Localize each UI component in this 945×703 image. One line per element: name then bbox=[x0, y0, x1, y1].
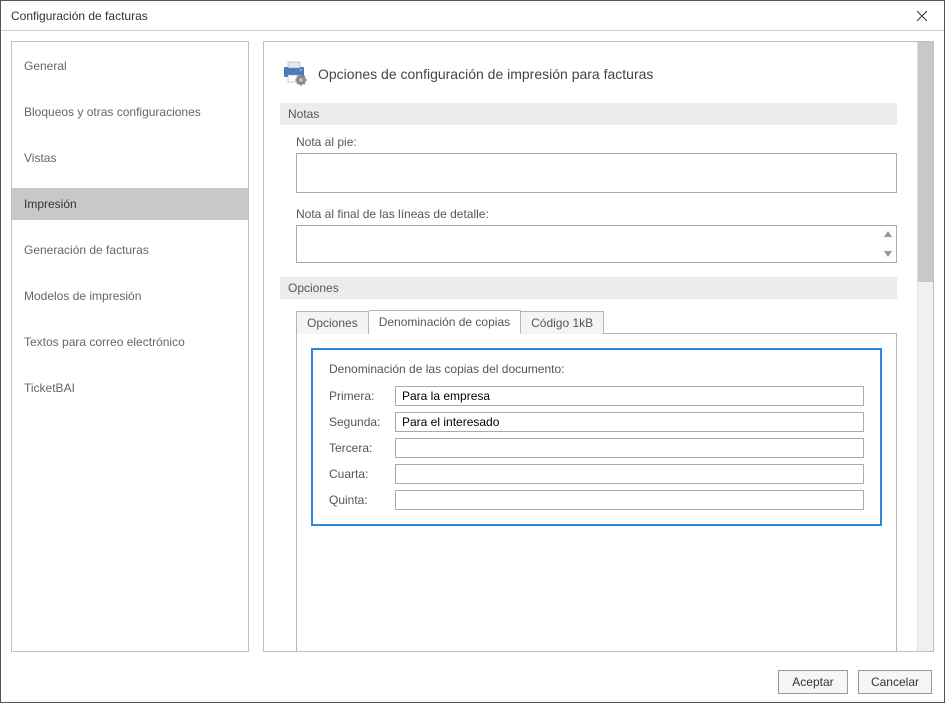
content-title: Opciones de configuración de impresión p… bbox=[318, 66, 653, 82]
content-panel: Opciones de configuración de impresión p… bbox=[263, 41, 934, 652]
titlebar: Configuración de facturas bbox=[1, 1, 944, 31]
tab-pane-denominacion: Denominación de las copias del documento… bbox=[296, 334, 897, 651]
copy-row-quinta: Quinta: bbox=[329, 490, 864, 510]
sidebar-item-vistas[interactable]: Vistas bbox=[12, 142, 248, 174]
sidebar-item-ticketbai[interactable]: TicketBAI bbox=[12, 372, 248, 404]
copy-row-tercera: Tercera: bbox=[329, 438, 864, 458]
scroll-down-icon[interactable] bbox=[880, 246, 896, 262]
copy-input-tercera[interactable] bbox=[395, 438, 864, 458]
close-button[interactable] bbox=[900, 1, 944, 31]
dialog-footer: Aceptar Cancelar bbox=[1, 662, 944, 702]
window-title: Configuración de facturas bbox=[11, 9, 900, 23]
nota-detalle-input[interactable] bbox=[296, 225, 897, 263]
copy-label-segunda: Segunda: bbox=[329, 415, 387, 429]
nota-pie-input[interactable] bbox=[296, 153, 897, 193]
copy-input-cuarta[interactable] bbox=[395, 464, 864, 484]
printer-settings-icon bbox=[280, 58, 308, 89]
copy-row-segunda: Segunda: bbox=[329, 412, 864, 432]
close-icon bbox=[917, 11, 927, 21]
textarea-scrollbar[interactable] bbox=[880, 226, 896, 262]
scroll-thumb[interactable] bbox=[918, 42, 933, 282]
content-header: Opciones de configuración de impresión p… bbox=[280, 58, 897, 89]
section-opciones-header: Opciones bbox=[280, 277, 897, 299]
tab-denominacion[interactable]: Denominación de copias bbox=[369, 310, 521, 334]
sidebar-item-bloqueos[interactable]: Bloqueos y otras configuraciones bbox=[12, 96, 248, 128]
sidebar-item-general[interactable]: General bbox=[12, 50, 248, 82]
accept-button[interactable]: Aceptar bbox=[778, 670, 848, 694]
dialog-window: Configuración de facturas General Bloque… bbox=[0, 0, 945, 703]
content-scrollbar[interactable] bbox=[917, 42, 933, 651]
copy-label-primera: Primera: bbox=[329, 389, 387, 403]
copy-input-segunda[interactable] bbox=[395, 412, 864, 432]
sidebar-item-impresion[interactable]: Impresión bbox=[12, 188, 248, 220]
copy-label-tercera: Tercera: bbox=[329, 441, 387, 455]
tabs: Opciones Denominación de copias Código 1… bbox=[296, 309, 897, 334]
copy-label-cuarta: Cuarta: bbox=[329, 467, 387, 481]
sidebar-item-generacion[interactable]: Generación de facturas bbox=[12, 234, 248, 266]
section-notas-header: Notas bbox=[280, 103, 897, 125]
nota-pie-label: Nota al pie: bbox=[296, 135, 897, 149]
copies-group: Denominación de las copias del documento… bbox=[311, 348, 882, 526]
tab-opciones[interactable]: Opciones bbox=[296, 311, 369, 334]
dialog-body: General Bloqueos y otras configuraciones… bbox=[1, 31, 944, 662]
content-inner: Opciones de configuración de impresión p… bbox=[264, 42, 917, 651]
scroll-up-icon[interactable] bbox=[880, 226, 896, 242]
sidebar: General Bloqueos y otras configuraciones… bbox=[11, 41, 249, 652]
copy-row-cuarta: Cuarta: bbox=[329, 464, 864, 484]
copy-input-quinta[interactable] bbox=[395, 490, 864, 510]
sidebar-item-modelos[interactable]: Modelos de impresión bbox=[12, 280, 248, 312]
nota-detalle-label: Nota al final de las líneas de detalle: bbox=[296, 207, 897, 221]
tab-codigo1kb[interactable]: Código 1kB bbox=[521, 311, 604, 334]
cancel-button[interactable]: Cancelar bbox=[858, 670, 932, 694]
sidebar-item-textos[interactable]: Textos para correo electrónico bbox=[12, 326, 248, 358]
copies-group-title: Denominación de las copias del documento… bbox=[329, 362, 864, 376]
copy-input-primera[interactable] bbox=[395, 386, 864, 406]
copy-label-quinta: Quinta: bbox=[329, 493, 387, 507]
copy-row-primera: Primera: bbox=[329, 386, 864, 406]
